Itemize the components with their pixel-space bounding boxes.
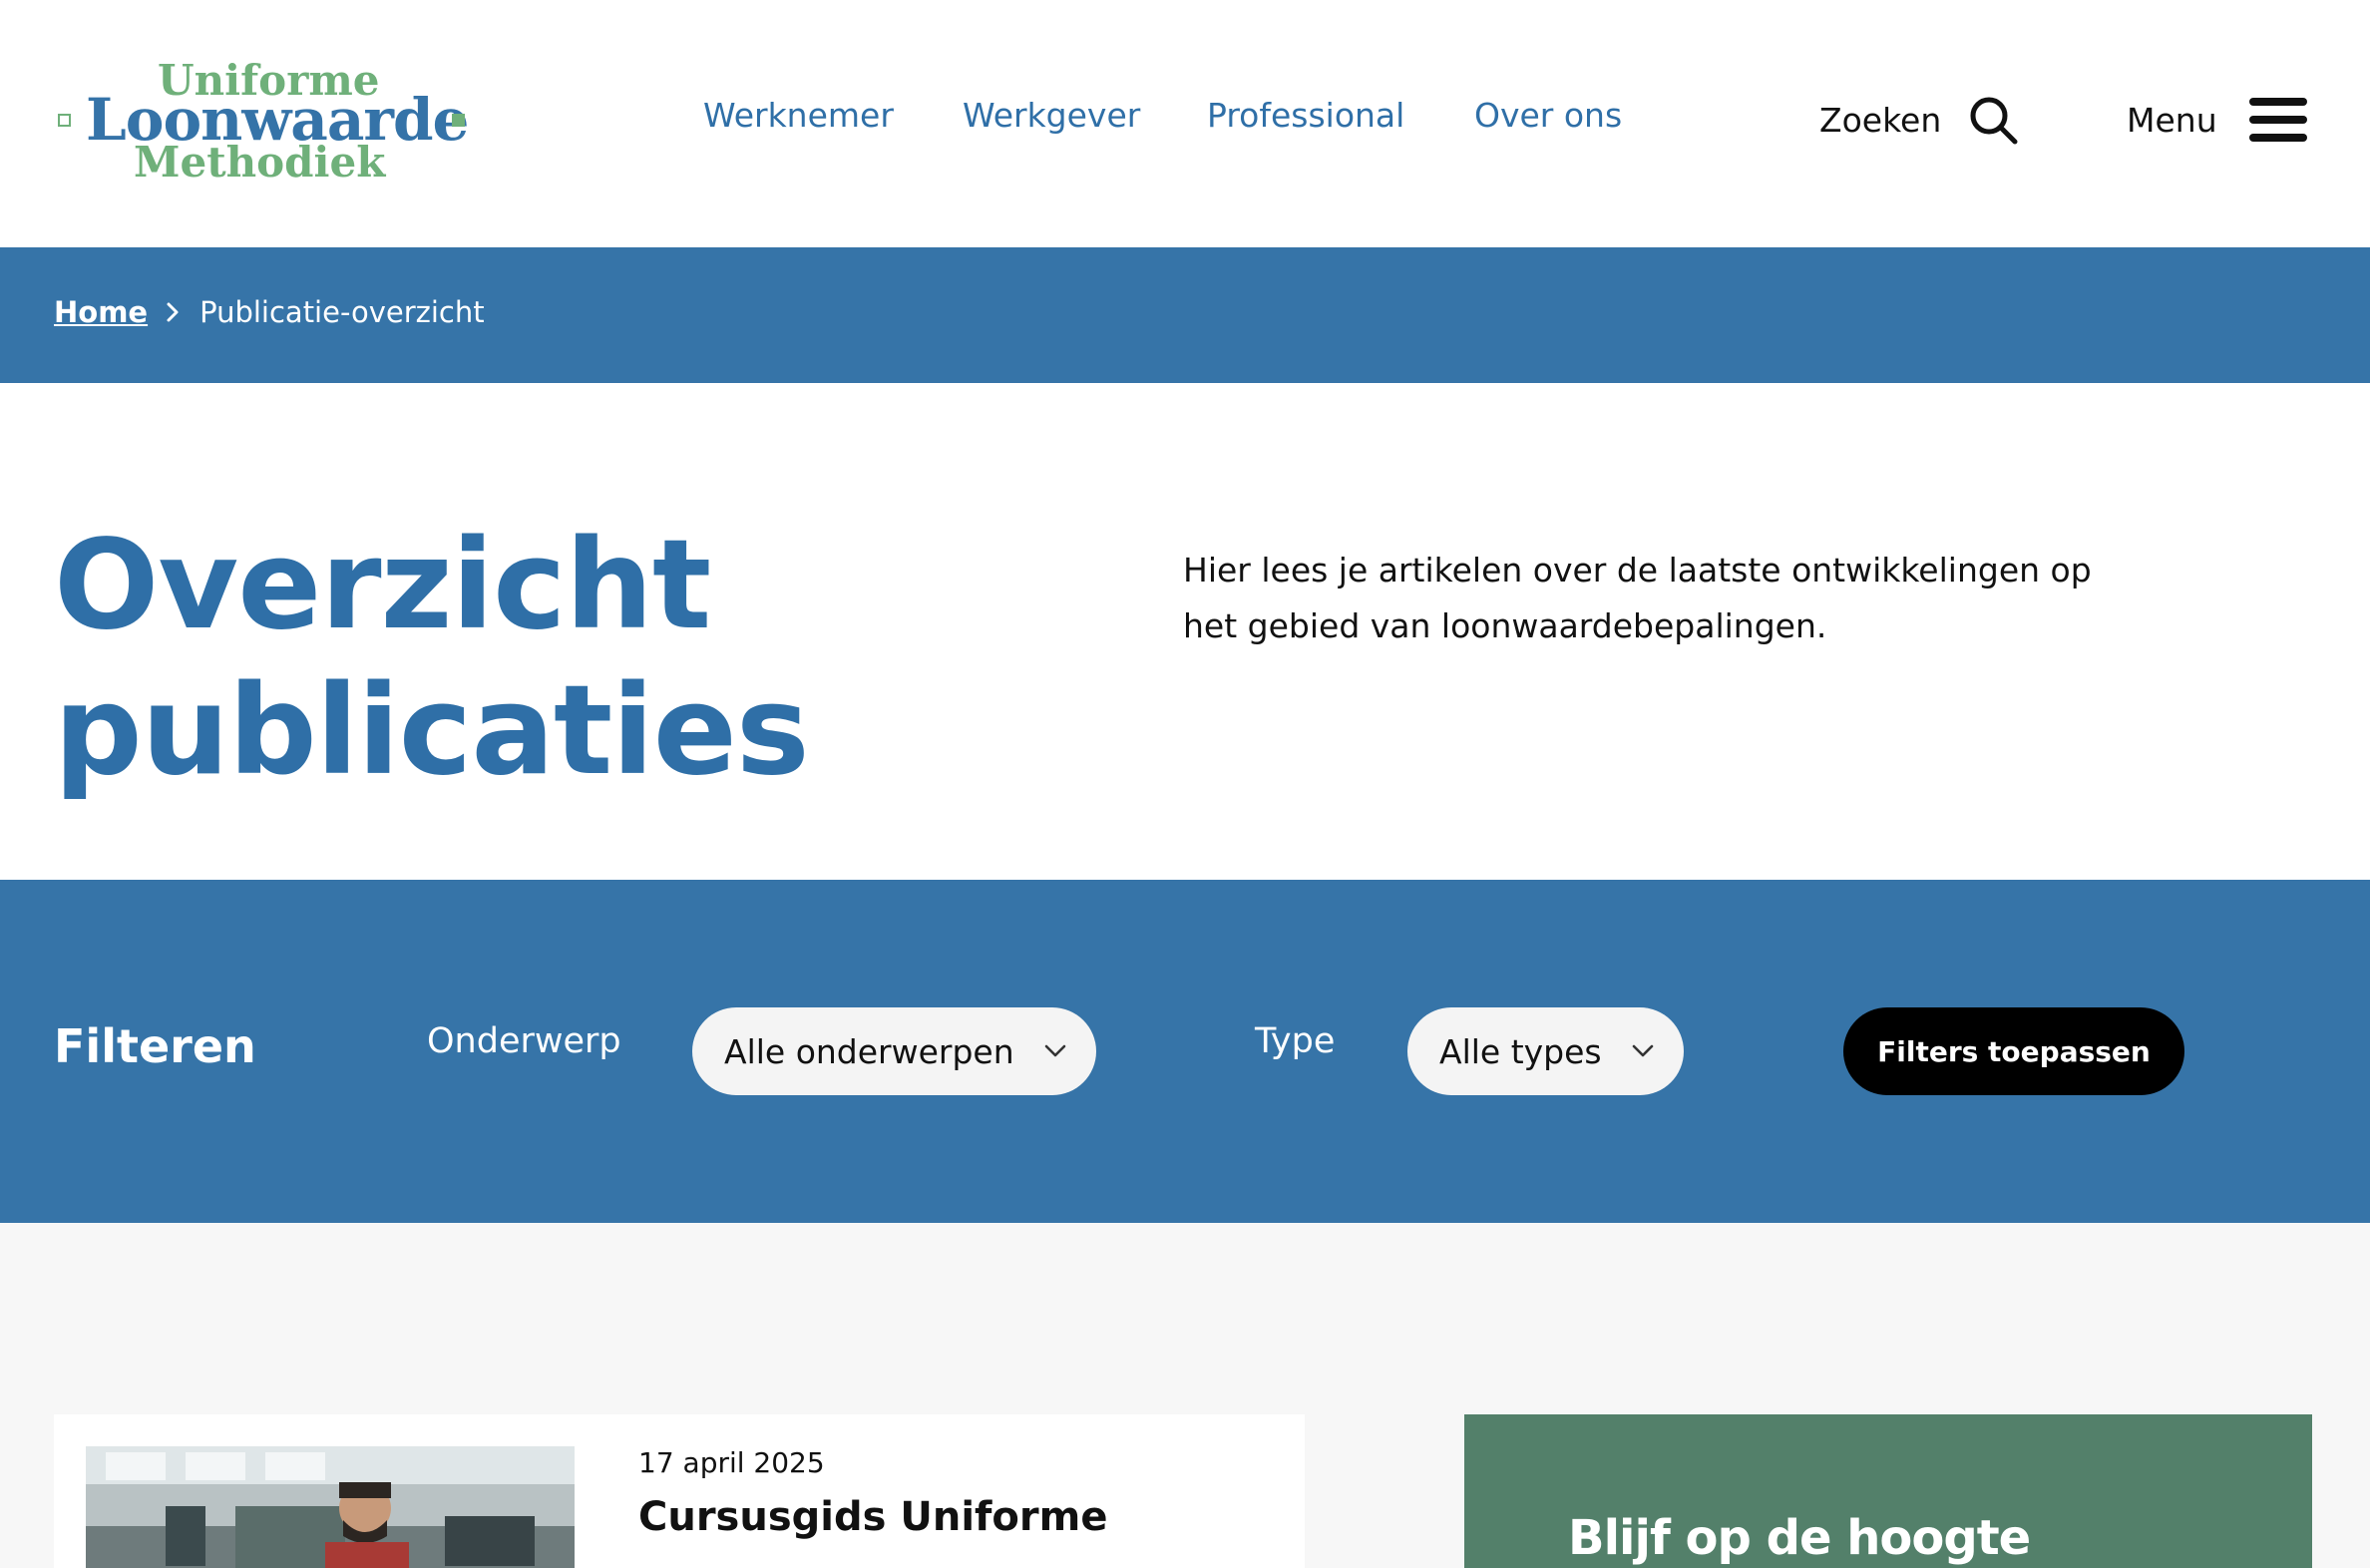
page-intro: Hier lees je artikelen over de laatste o… bbox=[1183, 551, 2092, 645]
filter-bar: Filteren Onderwerp Alle onderwerpen Type… bbox=[0, 880, 2370, 1223]
logo-square-outline bbox=[58, 114, 71, 127]
chevron-right-icon bbox=[167, 302, 179, 322]
filter-title: Filteren bbox=[54, 1019, 256, 1073]
search-icon bbox=[1970, 97, 2018, 145]
newsletter-title: Blijf op de hoogte bbox=[1568, 1510, 2031, 1566]
type-filter-label: Type bbox=[1255, 1021, 1336, 1061]
nav-item-werkgever[interactable]: Werkgever bbox=[963, 96, 1140, 135]
search-label: Zoeken bbox=[1819, 100, 1942, 140]
breadcrumb-bar: Home Publicatie-overzicht bbox=[0, 247, 2370, 383]
page-hero: Overzicht publicaties Hier lees je artik… bbox=[0, 383, 2370, 880]
page-title: Overzicht publicaties bbox=[54, 514, 810, 803]
type-select-value: Alle types bbox=[1439, 1031, 1602, 1071]
topic-select[interactable]: Alle onderwerpen bbox=[692, 1007, 1096, 1095]
publication-card[interactable]: 17 april 2025 Cursusgids Uniforme bbox=[54, 1414, 1305, 1568]
workshop-photo-icon bbox=[86, 1446, 575, 1568]
menu-label: Menu bbox=[2127, 100, 2217, 140]
breadcrumb-home-link[interactable]: Home bbox=[54, 295, 148, 329]
type-select[interactable]: Alle types bbox=[1407, 1007, 1684, 1095]
hamburger-icon bbox=[2248, 98, 2307, 142]
site-logo[interactable]: Uniforme Loonwaarde Methodiek bbox=[58, 56, 477, 187]
site-header: Uniforme Loonwaarde Methodiek Werknemer … bbox=[0, 0, 2370, 247]
publication-date: 17 april 2025 bbox=[638, 1446, 825, 1479]
topic-filter-label: Onderwerp bbox=[427, 1021, 621, 1061]
newsletter-panel: Blijf op de hoogte bbox=[1464, 1414, 2312, 1568]
chevron-down-icon bbox=[1044, 1044, 1066, 1057]
apply-filters-button[interactable]: Filters toepassen bbox=[1843, 1007, 2184, 1095]
chevron-down-icon bbox=[1632, 1044, 1654, 1057]
logo-line-3: Methodiek bbox=[134, 138, 386, 187]
publication-thumbnail bbox=[86, 1446, 575, 1568]
menu-button[interactable]: Menu bbox=[2127, 92, 2307, 148]
topic-select-value: Alle onderwerpen bbox=[724, 1031, 1014, 1071]
nav-item-professional[interactable]: Professional bbox=[1207, 96, 1404, 135]
publication-title[interactable]: Cursusgids Uniforme bbox=[638, 1494, 1107, 1540]
logo-square-filled bbox=[452, 114, 465, 127]
nav-item-werknemer[interactable]: Werknemer bbox=[703, 96, 894, 135]
breadcrumb: Home Publicatie-overzicht bbox=[54, 295, 485, 329]
nav-item-over-ons[interactable]: Over ons bbox=[1474, 96, 1622, 135]
search-button[interactable]: Zoeken bbox=[1819, 92, 2019, 148]
breadcrumb-current: Publicatie-overzicht bbox=[199, 295, 485, 329]
